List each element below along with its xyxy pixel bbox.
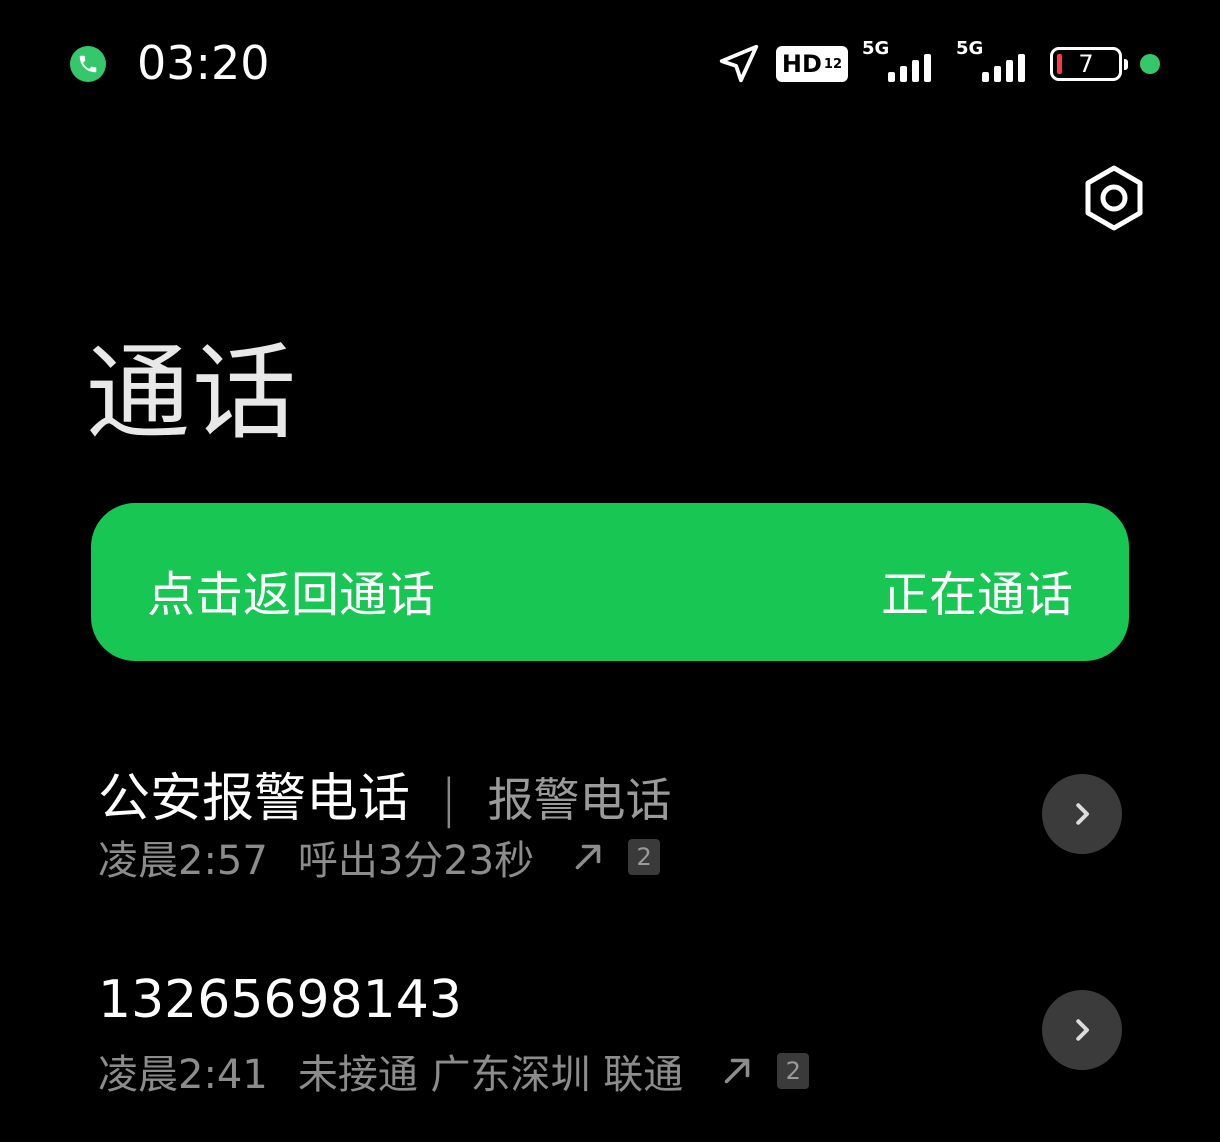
status-bar: 03:20 HD 12 5G 5G 7 [0, 0, 1220, 130]
status-icons: HD 12 5G 5G 7 [716, 38, 1160, 90]
call-time: 凌晨2:41 [98, 1052, 268, 1098]
sim1-signal-icon: 5G [862, 38, 942, 90]
call-detail: 未接通 广东深圳 联通 [297, 1052, 684, 1098]
sim-card-badge: 2 [628, 839, 661, 875]
settings-button[interactable] [1078, 162, 1150, 234]
call-log-meta: 凌晨2:41 未接通 广东深圳 联通 2 [98, 1042, 810, 1100]
battery-level: 7 [1078, 50, 1094, 78]
contact-name: 公安报警电话 [98, 769, 411, 829]
sim1-network-type: 5G [862, 38, 890, 59]
battery-icon: 7 [1050, 47, 1128, 81]
call-log-item[interactable]: 13265698143 凌晨2:41 未接通 广东深圳 联通 2 [0, 956, 1220, 1136]
gear-icon [1085, 165, 1143, 231]
ongoing-call-icon[interactable] [70, 46, 106, 82]
return-to-call-banner[interactable]: 点击返回通话 正在通话 [91, 503, 1129, 661]
call-time: 凌晨2:57 [98, 838, 268, 884]
chevron-right-icon [1076, 803, 1089, 825]
sim2-network-type: 5G [956, 38, 984, 59]
return-to-call-label: 点击返回通话 [147, 567, 436, 623]
call-log-name-row: 13265698143 [98, 970, 462, 1030]
hd-sub-label: 12 [823, 56, 842, 72]
page-title: 通话 [86, 332, 299, 454]
call-log-meta: 凌晨2:57 呼出3分23秒 2 [98, 828, 661, 886]
contact-tag: 报警电话 [487, 773, 672, 827]
contact-number: 13265698143 [98, 970, 462, 1030]
location-icon [719, 44, 759, 83]
privacy-indicator-dot [1140, 54, 1160, 74]
call-details-button[interactable] [1042, 774, 1122, 854]
hd-label: HD [781, 50, 822, 78]
call-details-button[interactable] [1042, 990, 1122, 1070]
sim-card-badge: 2 [777, 1053, 810, 1089]
sim2-signal-icon: 5G [956, 38, 1036, 90]
call-detail: 呼出3分23秒 [297, 838, 535, 884]
call-log-name-row: 公安报警电话 | 报警电话 [98, 756, 672, 831]
chevron-right-icon [1076, 1019, 1089, 1041]
call-in-progress-label: 正在通话 [880, 567, 1073, 623]
outgoing-call-icon [724, 1058, 750, 1084]
separator: | [440, 769, 458, 829]
hd-voice-icon: HD 12 [775, 46, 848, 82]
call-log-item[interactable]: 公安报警电话 | 报警电话 凌晨2:57 呼出3分23秒 2 [0, 740, 1220, 920]
status-time: 03:20 [137, 36, 270, 90]
outgoing-call-icon [575, 844, 601, 870]
